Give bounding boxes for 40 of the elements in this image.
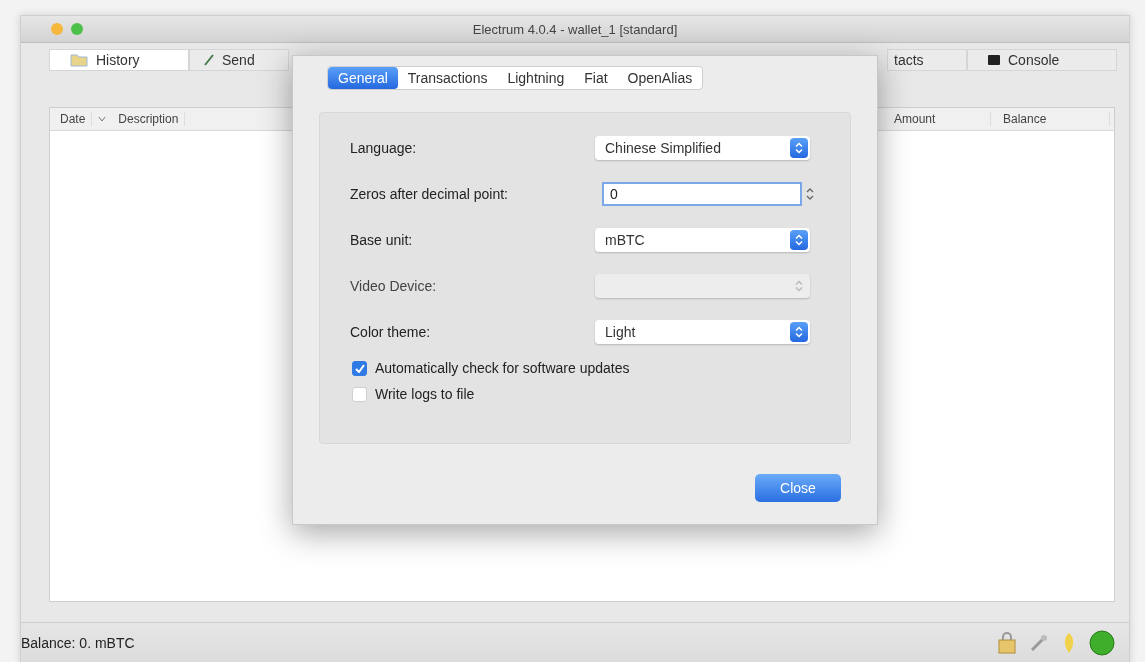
dropdown[interactable]: Light	[595, 320, 810, 344]
column-header[interactable]: Amount	[888, 112, 991, 126]
dialog-tab[interactable]: Lightning	[497, 67, 575, 89]
dropdown[interactable]: Chinese Simplified	[595, 136, 810, 160]
dialog-tab[interactable]: General	[328, 67, 398, 89]
dialog-tab[interactable]: Fiat	[574, 67, 618, 89]
terminal-icon	[988, 55, 1000, 65]
pen-icon	[204, 54, 214, 66]
balance-text: Balance: 0. mBTC	[21, 635, 135, 651]
field-label: Base unit:	[350, 232, 413, 248]
updown-arrows-icon[interactable]	[790, 138, 808, 158]
input-field[interactable]: 0	[602, 182, 802, 206]
checkbox[interactable]	[352, 360, 367, 376]
field-label: Color theme:	[350, 324, 431, 340]
sort-icon[interactable]	[98, 116, 107, 122]
minimize-icon[interactable]	[51, 23, 63, 35]
zoom-icon[interactable]	[71, 23, 83, 35]
checkbox-label[interactable]: Automatically check for software updates	[375, 360, 630, 376]
checkbox-label[interactable]: Write logs to file	[375, 386, 475, 402]
wrench-icon[interactable]	[1029, 633, 1049, 653]
updown-arrows-icon[interactable]	[790, 230, 808, 250]
padlock-icon[interactable]	[997, 632, 1017, 654]
field-label: Language:	[350, 140, 417, 156]
network-status-icon[interactable]	[1089, 630, 1115, 656]
dropdown[interactable]: mBTC	[595, 228, 810, 252]
field-label: Zeros after decimal point:	[350, 186, 508, 202]
window-title: Electrum 4.0.4 - wallet_1 [standard]	[471, 21, 679, 37]
tab[interactable]: Console	[967, 49, 1117, 71]
dialog-tab[interactable]: Transactions	[397, 67, 498, 89]
folder-icon	[70, 53, 88, 67]
dialog-tab[interactable]: OpenAlias	[617, 67, 703, 89]
updown-arrows-icon[interactable]	[790, 322, 808, 342]
tab[interactable]: History	[49, 49, 189, 71]
stepper-icon[interactable]	[806, 187, 814, 201]
tab[interactable]: Send	[189, 49, 289, 71]
column-header[interactable]: Balance	[997, 112, 1110, 126]
column-header[interactable]: Date	[54, 112, 93, 126]
column-header[interactable]: Description	[112, 112, 186, 126]
field-label: Video Device:	[350, 278, 437, 294]
tab[interactable]: tacts	[887, 49, 967, 71]
